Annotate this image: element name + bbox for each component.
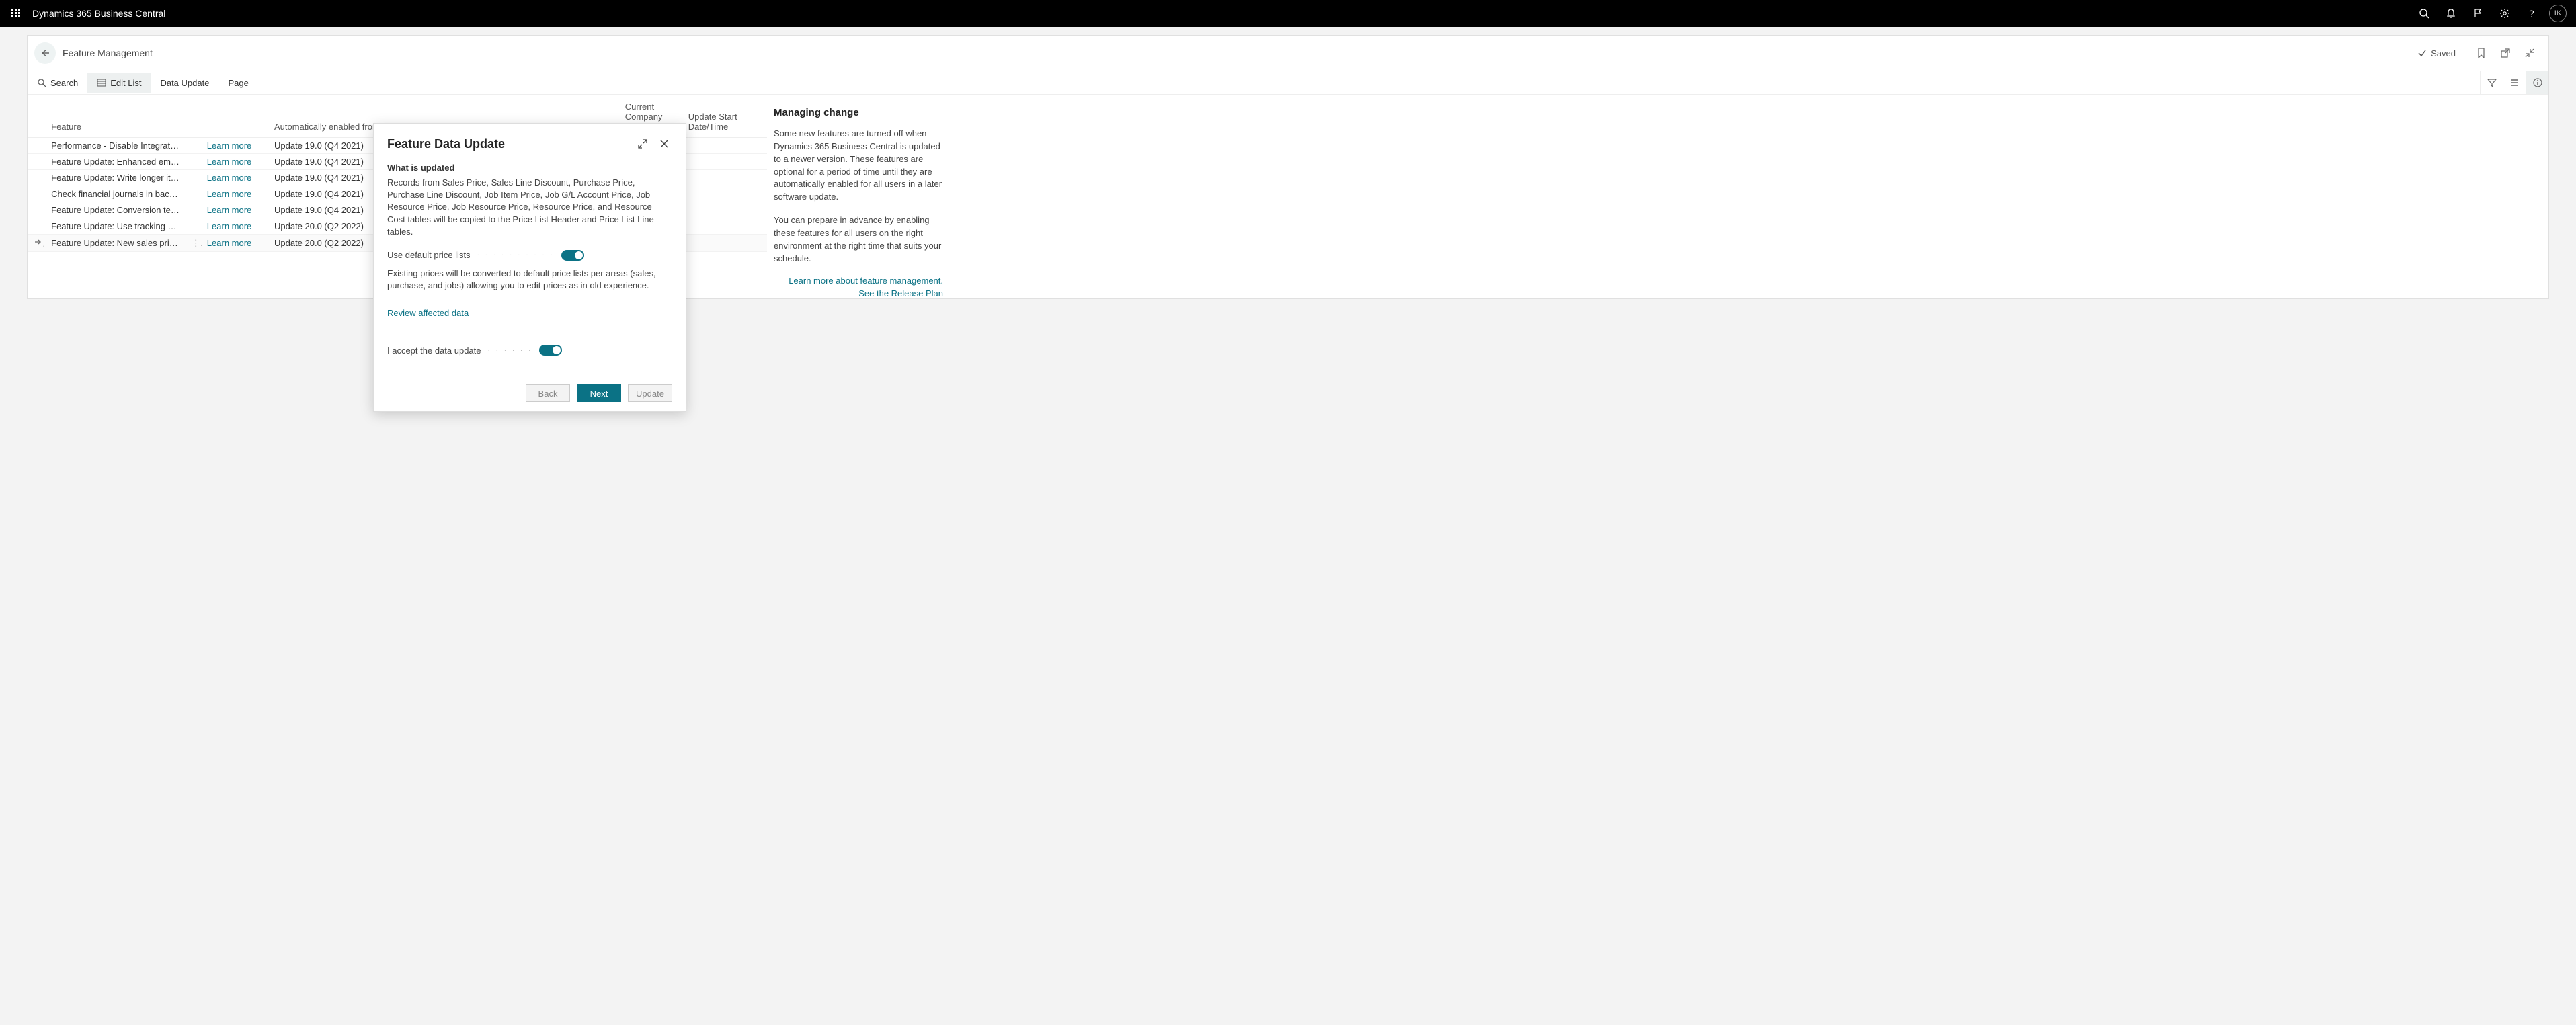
col-feature[interactable]: Feature (46, 95, 186, 138)
data-update-action[interactable]: Data Update (151, 73, 218, 93)
update-start-cell (683, 218, 767, 235)
learn-more-link[interactable]: Learn more (202, 170, 269, 186)
learn-more-link[interactable]: Learn more (202, 235, 269, 252)
page-action-label: Page (228, 78, 248, 88)
accept-toggle[interactable] (539, 345, 562, 356)
factbox-link-learn[interactable]: Learn more about feature management. (774, 276, 943, 286)
update-start-cell (683, 170, 767, 186)
search-action[interactable]: Search (28, 73, 87, 93)
col-update-start[interactable]: Update Start Date/Time (683, 95, 767, 138)
feature-cell[interactable]: Check financial journals in background (46, 186, 186, 202)
factbox-p1: Some new features are turned off when Dy… (774, 128, 943, 204)
use-default-label: Use default price lists (387, 250, 471, 260)
feature-data-update-dialog: Feature Data Update What is updated Reco… (373, 123, 686, 412)
feature-cell[interactable]: Feature Update: Enhanced email capa… (46, 154, 186, 170)
update-start-cell (683, 186, 767, 202)
app-launcher-icon[interactable] (5, 0, 27, 27)
use-default-desc: Existing prices will be converted to def… (387, 268, 672, 292)
update-start-cell (683, 138, 767, 154)
page-header: Feature Management Saved (28, 36, 2548, 71)
saved-indicator: Saved (2417, 48, 2456, 58)
bookmark-icon[interactable] (2472, 44, 2491, 63)
feature-cell[interactable]: Feature Update: Conversion template… (46, 202, 186, 218)
search-icon[interactable] (2411, 0, 2438, 27)
expand-icon[interactable] (635, 136, 651, 152)
feature-cell[interactable]: Feature Update: Write longer item ref… (46, 170, 186, 186)
what-body: Records from Sales Price, Sales Line Dis… (387, 177, 672, 238)
edit-list-label: Edit List (110, 78, 141, 88)
close-icon[interactable] (656, 136, 672, 152)
row-menu-icon[interactable]: ⋮ (192, 238, 202, 248)
page-action[interactable]: Page (218, 73, 257, 93)
review-affected-link[interactable]: Review affected data (387, 308, 469, 318)
learn-more-link[interactable]: Learn more (202, 154, 269, 170)
search-label: Search (50, 78, 78, 88)
flag-icon[interactable] (2464, 0, 2491, 27)
edit-list-icon (97, 78, 106, 87)
update-start-cell (683, 202, 767, 218)
factbox-p2: You can prepare in advance by enabling t… (774, 214, 943, 265)
factbox-heading: Managing change (774, 107, 943, 118)
back-button[interactable]: Back (526, 384, 570, 402)
edit-list-action[interactable]: Edit List (87, 73, 151, 93)
update-button[interactable]: Update (628, 384, 672, 402)
back-button[interactable] (34, 42, 56, 64)
update-start-cell (683, 154, 767, 170)
what-heading: What is updated (387, 163, 672, 173)
learn-more-link[interactable]: Learn more (202, 202, 269, 218)
dots-decor: · · · · · · · · · · (477, 251, 555, 259)
filter-icon[interactable] (2480, 71, 2503, 94)
learn-more-link[interactable]: Learn more (202, 138, 269, 154)
avatar-initials: IK (2554, 9, 2561, 17)
popout-icon[interactable] (2496, 44, 2515, 63)
dots-decor: · · · · · · (488, 347, 533, 354)
check-icon (2417, 48, 2427, 58)
collapse-icon[interactable] (2520, 44, 2539, 63)
dialog-title: Feature Data Update (387, 137, 505, 151)
notifications-icon[interactable] (2438, 0, 2464, 27)
use-default-toggle[interactable] (561, 250, 584, 261)
learn-more-link[interactable]: Learn more (202, 186, 269, 202)
col-learn (202, 95, 269, 138)
saved-label: Saved (2431, 48, 2456, 58)
feature-cell[interactable]: Performance - Disable Integration Ma… (46, 138, 186, 154)
list-view-icon[interactable] (2503, 71, 2526, 94)
app-title: Dynamics 365 Business Central (27, 8, 165, 19)
next-button[interactable]: Next (577, 384, 621, 402)
avatar[interactable]: IK (2549, 5, 2567, 22)
gear-icon[interactable] (2491, 0, 2518, 27)
feature-cell[interactable]: Feature Update: New sales pricing ex… (46, 235, 186, 252)
page-title: Feature Management (63, 48, 153, 58)
action-bar: Search Edit List Data Update Page (28, 71, 2548, 95)
help-icon[interactable] (2518, 0, 2545, 27)
feature-cell[interactable]: Feature Update: Use tracking by pack… (46, 218, 186, 235)
app-header: Dynamics 365 Business Central IK (0, 0, 2576, 27)
data-update-label: Data Update (160, 78, 209, 88)
factbox-link-release[interactable]: See the Release Plan (774, 288, 943, 298)
update-start-cell (683, 235, 767, 252)
row-arrow-icon (33, 237, 42, 247)
learn-more-link[interactable]: Learn more (202, 218, 269, 235)
search-icon (37, 78, 46, 87)
factbox: Managing change Some new features are tu… (767, 95, 955, 298)
accept-label: I accept the data update (387, 345, 481, 356)
info-pane-icon[interactable] (2526, 71, 2548, 94)
